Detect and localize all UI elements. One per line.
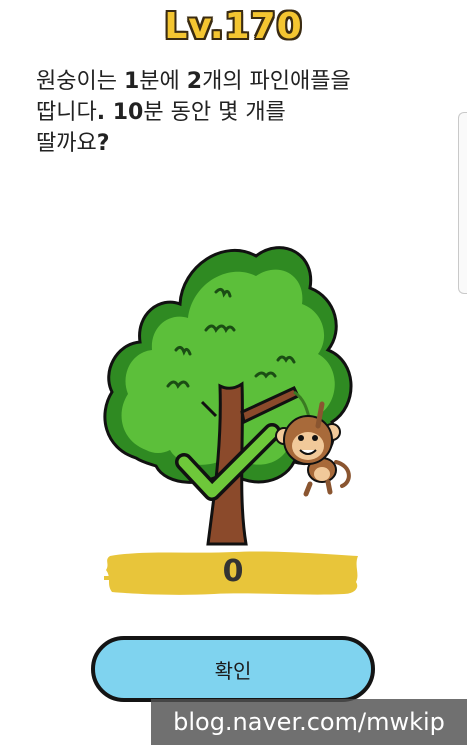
watermark: blog.naver.com/mwkip bbox=[151, 699, 467, 745]
question-segment: 원숭이는 bbox=[36, 69, 124, 94]
question-segment: 개의 파인애플을 bbox=[202, 69, 351, 94]
question-segment: 분에 bbox=[139, 69, 187, 94]
tree-scene bbox=[103, 246, 353, 546]
question-segment: 땁니다 bbox=[36, 100, 97, 125]
question-segment: . 10 bbox=[96, 100, 144, 125]
level-title: Lv.170 bbox=[164, 6, 303, 47]
question-segment: ? bbox=[96, 131, 110, 156]
question-segment: 딸까요 bbox=[36, 131, 97, 156]
question-segment: 2 bbox=[186, 69, 203, 94]
confirm-button-label: 확인 bbox=[214, 658, 252, 683]
question-segment: 1 bbox=[123, 69, 140, 94]
question-text: 원숭이는 1분에 2개의 파인애플을 땁니다. 10분 동안 몇 개를 딸까요? bbox=[36, 66, 436, 159]
confirm-button[interactable]: 확인 bbox=[91, 636, 375, 702]
answer-value: 0 bbox=[222, 554, 244, 589]
question-line-1: 원숭이는 1분에 2개의 파인애플을 bbox=[36, 66, 436, 97]
question-segment: 분 동안 몇 개를 bbox=[143, 100, 286, 125]
edge-panel-handle[interactable] bbox=[458, 112, 467, 294]
question-line-2: 땁니다. 10분 동안 몇 개를 bbox=[36, 97, 436, 128]
question-line-3: 딸까요? bbox=[36, 128, 436, 159]
